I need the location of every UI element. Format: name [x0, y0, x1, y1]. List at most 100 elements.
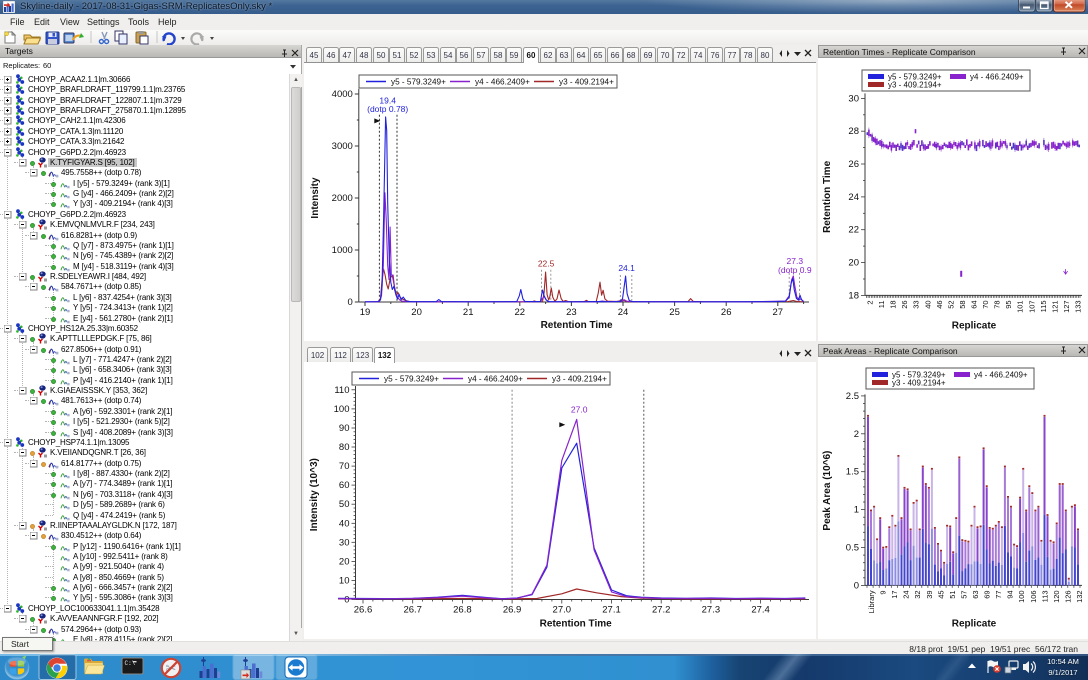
svg-text:26.8: 26.8 — [453, 605, 472, 616]
svg-text:26: 26 — [900, 300, 909, 308]
svg-text:22: 22 — [848, 225, 859, 236]
svg-text:51: 51 — [948, 590, 957, 598]
svg-text:21: 21 — [463, 307, 474, 318]
svg-text:100: 100 — [1017, 590, 1026, 603]
svg-text:52: 52 — [946, 300, 955, 308]
svg-text:22.5: 22.5 — [538, 259, 555, 269]
svg-text:9: 9 — [879, 590, 888, 594]
svg-text:27.3: 27.3 — [702, 605, 721, 616]
svg-text:22: 22 — [515, 307, 526, 318]
svg-text:64: 64 — [970, 300, 979, 308]
svg-text:17: 17 — [890, 590, 899, 598]
svg-text:2: 2 — [866, 300, 875, 304]
svg-text:11: 11 — [877, 300, 886, 308]
svg-text:20: 20 — [411, 307, 422, 318]
svg-text:24: 24 — [618, 307, 629, 318]
svg-text:78: 78 — [993, 300, 1002, 308]
svg-text:y3 - 409.2194+: y3 - 409.2194+ — [888, 81, 942, 90]
svg-text:46: 46 — [935, 300, 944, 308]
svg-text:25: 25 — [669, 307, 680, 318]
svg-text:0.5: 0.5 — [846, 543, 859, 554]
svg-text:50: 50 — [339, 499, 350, 510]
svg-text:0: 0 — [348, 297, 353, 308]
svg-text:45: 45 — [936, 590, 945, 598]
svg-text:0: 0 — [854, 580, 859, 591]
svg-text:24: 24 — [902, 590, 911, 598]
svg-text:95: 95 — [1004, 300, 1013, 308]
svg-text:27.0: 27.0 — [553, 605, 572, 616]
svg-text:20: 20 — [848, 258, 859, 269]
svg-text:60: 60 — [339, 480, 350, 491]
svg-text:27.1: 27.1 — [602, 605, 621, 616]
svg-text:0: 0 — [344, 595, 349, 606]
svg-text:24: 24 — [848, 192, 859, 203]
svg-text:Intensity (10^3): Intensity (10^3) — [309, 458, 320, 531]
svg-text:132: 132 — [1075, 590, 1084, 603]
svg-text:113: 113 — [1040, 590, 1049, 602]
svg-text:58: 58 — [958, 300, 967, 308]
svg-text:69: 69 — [983, 590, 992, 598]
svg-text:63: 63 — [971, 590, 980, 598]
svg-text:(dotp 0.78): (dotp 0.78) — [367, 104, 408, 114]
svg-text:33: 33 — [912, 300, 921, 308]
svg-text:27.2: 27.2 — [652, 605, 671, 616]
svg-text:28: 28 — [848, 126, 859, 137]
svg-text:80: 80 — [339, 442, 350, 453]
svg-text:27.4: 27.4 — [751, 605, 770, 616]
svg-text:y4 - 466.2409+: y4 - 466.2409+ — [468, 375, 523, 384]
svg-text:y3 - 409.2194+: y3 - 409.2194+ — [892, 379, 946, 388]
svg-text:24.1: 24.1 — [618, 263, 635, 273]
svg-text:26.6: 26.6 — [354, 605, 373, 616]
svg-text:1: 1 — [854, 505, 859, 516]
svg-text:y3 - 409.2194+: y3 - 409.2194+ — [559, 78, 614, 87]
svg-text:115: 115 — [1039, 300, 1048, 312]
svg-text:27.0: 27.0 — [571, 405, 588, 415]
svg-text:18: 18 — [889, 300, 898, 308]
svg-text:27: 27 — [773, 307, 784, 318]
svg-text:1000: 1000 — [332, 245, 353, 256]
svg-text:Replicate: Replicate — [952, 618, 997, 629]
svg-text:110: 110 — [334, 385, 349, 396]
svg-text:y4 - 466.2409+: y4 - 466.2409+ — [970, 73, 1024, 82]
svg-text:y3 - 409.2194+: y3 - 409.2194+ — [552, 375, 607, 384]
svg-text:(dotp 0.9: (dotp 0.9 — [778, 265, 812, 275]
svg-text:y4 - 466.2409+: y4 - 466.2409+ — [974, 371, 1028, 380]
svg-text:19: 19 — [360, 307, 371, 318]
svg-text:39: 39 — [925, 590, 934, 598]
svg-text:Library: Library — [867, 590, 876, 613]
svg-text:30: 30 — [339, 537, 350, 548]
svg-text:106: 106 — [1029, 590, 1038, 603]
svg-text:y5 - 579.3249+: y5 - 579.3249+ — [384, 375, 439, 384]
svg-text:2000: 2000 — [332, 193, 353, 204]
svg-text:30: 30 — [848, 93, 859, 104]
svg-text:26: 26 — [848, 159, 859, 170]
svg-text:3000: 3000 — [332, 141, 353, 152]
svg-text:10: 10 — [339, 575, 350, 586]
svg-text:Peak Area (10^6): Peak Area (10^6) — [822, 451, 833, 531]
svg-text:23: 23 — [566, 307, 577, 318]
svg-text:32: 32 — [913, 590, 922, 598]
svg-text:Retention Time: Retention Time — [541, 320, 613, 331]
svg-text:y4 - 466.2409+: y4 - 466.2409+ — [475, 78, 530, 87]
svg-text:120: 120 — [1052, 590, 1061, 603]
svg-text:70: 70 — [339, 461, 350, 472]
svg-text:18: 18 — [848, 290, 859, 301]
svg-text:40: 40 — [923, 300, 932, 308]
svg-text:77: 77 — [994, 590, 1003, 598]
svg-text:90: 90 — [339, 423, 350, 434]
svg-text:107: 107 — [1027, 300, 1036, 313]
svg-text:94: 94 — [1006, 590, 1015, 598]
svg-text:20: 20 — [339, 556, 350, 567]
svg-text:2.5: 2.5 — [846, 391, 859, 402]
svg-text:26.7: 26.7 — [403, 605, 422, 616]
svg-text:1.5: 1.5 — [846, 467, 859, 478]
svg-text:127: 127 — [1062, 300, 1071, 313]
svg-text:101: 101 — [1016, 300, 1025, 313]
svg-text:26: 26 — [721, 307, 732, 318]
svg-text:70: 70 — [981, 300, 990, 308]
svg-text:26.9: 26.9 — [503, 605, 521, 616]
svg-text:126: 126 — [1063, 590, 1072, 603]
svg-text:2: 2 — [854, 429, 859, 440]
svg-text:4000: 4000 — [332, 89, 353, 100]
svg-text:100: 100 — [334, 404, 350, 415]
